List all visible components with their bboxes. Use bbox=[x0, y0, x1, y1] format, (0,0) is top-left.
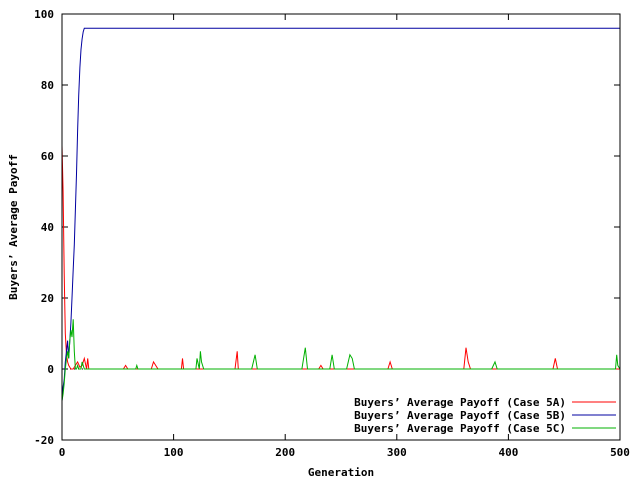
legend-label: Buyers’ Average Payoff (Case 5C) bbox=[354, 422, 566, 435]
series-line-1 bbox=[61, 145, 620, 370]
x-tick-label: 500 bbox=[610, 446, 630, 459]
y-tick-label: 20 bbox=[41, 292, 54, 305]
x-axis-ticks: 0 100 200 300 400 500 bbox=[59, 14, 630, 459]
y-axis-ticks: -20 0 20 40 60 80 100 bbox=[34, 8, 620, 447]
x-tick-label: 200 bbox=[275, 446, 295, 459]
legend-label: Buyers’ Average Payoff (Case 5B) bbox=[354, 409, 566, 422]
y-tick-label: 80 bbox=[41, 79, 54, 92]
series-layer bbox=[61, 27, 621, 401]
legend: Buyers’ Average Payoff (Case 5A)Buyers’ … bbox=[354, 396, 616, 435]
x-tick-label: 300 bbox=[387, 446, 407, 459]
y-tick-label: 100 bbox=[34, 8, 54, 21]
y-tick-label: 0 bbox=[47, 363, 54, 376]
plot-frame bbox=[61, 13, 621, 441]
y-axis-title: Buyers’ Average Payoff bbox=[7, 154, 20, 300]
y-tick-label: 60 bbox=[41, 150, 54, 163]
x-tick-label: 0 bbox=[59, 446, 66, 459]
y-tick-label: 40 bbox=[41, 221, 54, 234]
y-tick-label: -20 bbox=[34, 434, 54, 447]
x-tick-label: 400 bbox=[498, 446, 518, 459]
series-line-3 bbox=[61, 319, 621, 401]
line-chart: -20 0 20 40 60 80 100 0 100 200 300 400 500 Buyers’… bbox=[7, 8, 630, 479]
series-line-2 bbox=[61, 27, 620, 401]
x-tick-label: 100 bbox=[164, 446, 184, 459]
legend-label: Buyers’ Average Payoff (Case 5A) bbox=[354, 396, 566, 409]
x-axis-title: Generation bbox=[308, 466, 374, 479]
